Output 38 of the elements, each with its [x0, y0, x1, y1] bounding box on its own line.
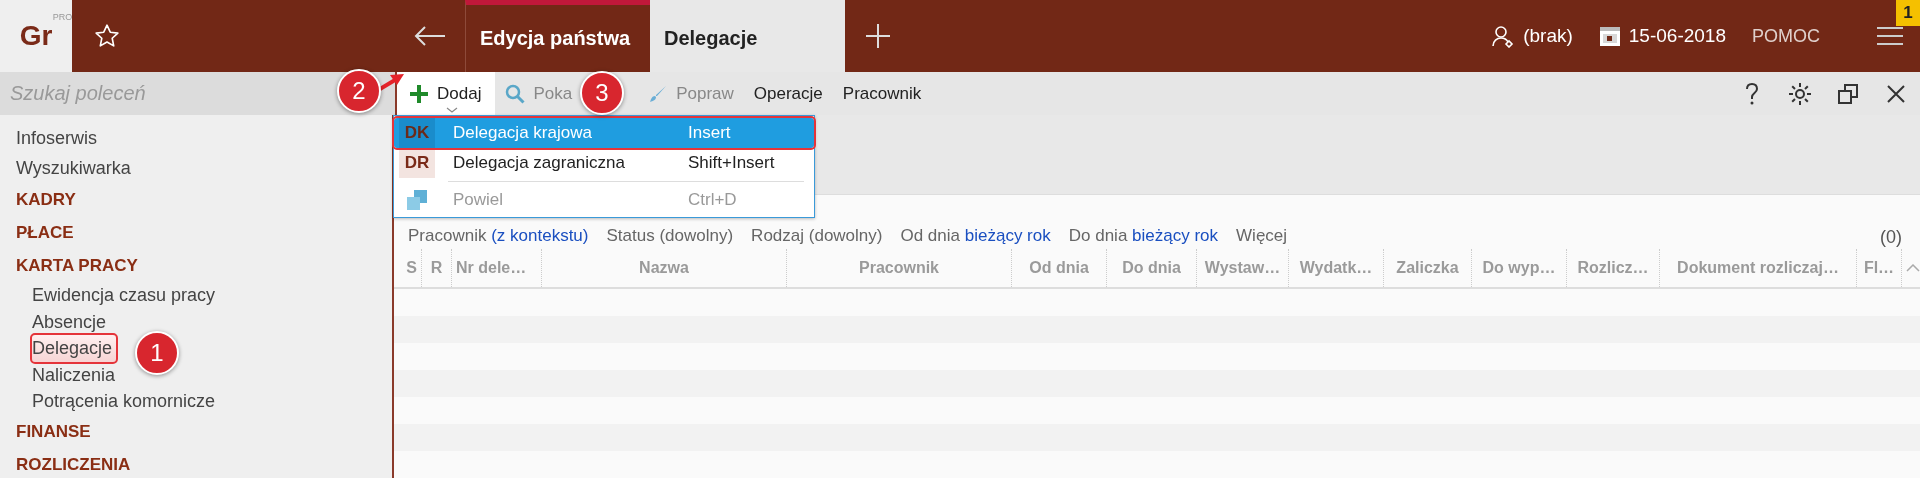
- filter-item[interactable]: Pracownik (z kontekstu): [408, 226, 589, 246]
- help-link[interactable]: POMOC: [1752, 0, 1820, 72]
- user-button[interactable]: (brak): [1491, 0, 1573, 72]
- sidebar-item[interactable]: Naliczenia: [32, 361, 120, 388]
- sidebar-item[interactable]: Delegacje: [32, 335, 117, 362]
- duplicate-icon: [406, 189, 428, 211]
- menu-item[interactable]: DR Delegacja zagraniczna Shift+Insert: [394, 148, 814, 178]
- sidebar-section[interactable]: KARTA PRACY: [16, 249, 138, 282]
- search-icon: [505, 83, 526, 104]
- tab[interactable]: Edycja państwa: [465, 0, 650, 72]
- tab[interactable]: Delegacje: [650, 0, 845, 72]
- sidebar-section[interactable]: KADRY: [16, 183, 76, 216]
- sidebar-item[interactable]: Potrącenia komornicze: [32, 388, 220, 415]
- record-count: (0): [1880, 227, 1902, 248]
- filter-item[interactable]: Od dnia bieżący rok: [900, 226, 1051, 246]
- calendar-icon: [1598, 25, 1621, 47]
- add-button[interactable]: Dodaj: [397, 72, 496, 115]
- caret-icon: [446, 107, 459, 113]
- notification-badge: 1: [1896, 0, 1920, 26]
- sidebar-item[interactable]: Ewidencja czasu pracy: [32, 282, 220, 309]
- sidebar-section[interactable]: ROZLICZENIA: [16, 447, 131, 478]
- sidebar-item[interactable]: Infoserwis: [16, 123, 98, 153]
- menu-button[interactable]: Operacje: [743, 72, 833, 115]
- sidebar-section[interactable]: PŁACE: [16, 216, 74, 249]
- date-button[interactable]: 15-06-2018: [1598, 0, 1726, 72]
- sidebar-section[interactable]: FINANSE: [16, 414, 91, 448]
- sidebar-item[interactable]: Wyszukiwarka: [16, 153, 131, 183]
- app-logo: Gr PRO: [0, 0, 72, 72]
- filter-item[interactable]: Rodzaj (dowolny): [751, 226, 883, 246]
- filter-item[interactable]: Status (dowolny): [606, 226, 734, 246]
- menu-button[interactable]: Pracownik: [832, 72, 932, 115]
- brush-icon: [648, 83, 669, 104]
- more-filters-link[interactable]: Więcej: [1236, 226, 1288, 246]
- user-icon: [1491, 24, 1516, 48]
- search-field[interactable]: Szukaj poleceń: [0, 72, 335, 115]
- filter-item[interactable]: Do dnia bieżący rok: [1068, 226, 1219, 246]
- sidebar-item[interactable]: Absencje: [32, 308, 111, 335]
- plus-icon: [409, 83, 429, 104]
